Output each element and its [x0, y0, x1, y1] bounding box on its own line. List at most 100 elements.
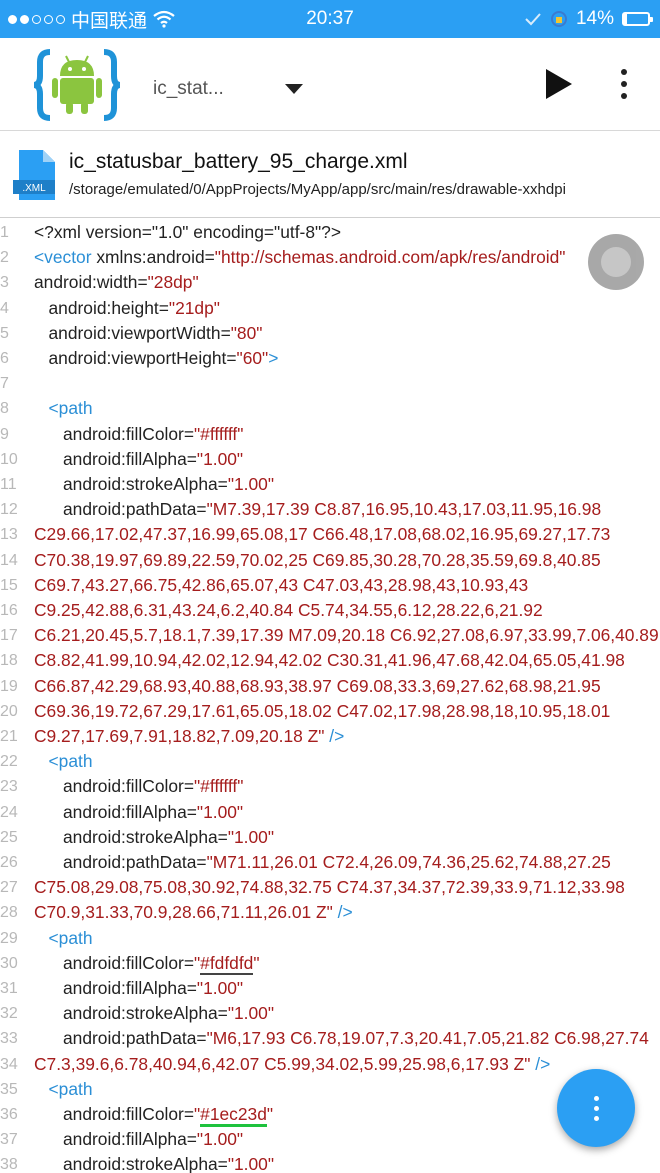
code-token: android:fillColor — [34, 1104, 184, 1124]
code-token: C70.9,31.33,70.9,28.66,71.11,26.01 Z" — [34, 902, 333, 923]
code-token: <path — [34, 927, 93, 948]
xml-file-icon-label: .XML — [22, 183, 46, 194]
code-text: C7.3,39.6,6.78,40.94,6,42.07 C5.99,34.02… — [34, 1052, 550, 1077]
file-name: ic_statusbar_battery_95_charge.xml — [69, 150, 408, 173]
code-text: C70.38,19.97,69.89,22.59,70.02,25 C69.85… — [34, 548, 601, 573]
status-bar: 中国联通 20:37 14% — [0, 0, 660, 38]
line-number: 22 — [0, 753, 18, 771]
line-number: 10 — [0, 450, 18, 468]
code-token: = — [220, 322, 231, 343]
code-token: <vector — [34, 247, 97, 268]
code-token: = — [186, 801, 197, 822]
code-text: android:width="28dp" — [34, 270, 199, 295]
fab-menu-button[interactable] — [557, 1069, 635, 1147]
code-token: android:strokeAlpha — [34, 1154, 218, 1173]
line-number: 16 — [0, 602, 18, 619]
code-line: 6 android:viewportHeight="60"> — [0, 346, 660, 371]
code-line: 11 android:strokeAlpha="1.00" — [0, 472, 660, 497]
code-token: = — [196, 852, 207, 872]
code-text: C9.25,42.88,6.31,43.24,6.2,40.84 C5.74,3… — [34, 598, 543, 623]
code-token: android:fillAlpha — [34, 801, 187, 822]
code-token: "M7.39,17.39 C8.87,16.95,10.43,17.03,11.… — [206, 499, 602, 520]
line-number: 7 — [0, 375, 9, 393]
code-token: "M71.11,26.01 C72.4,26.09,74.36,25.62,74… — [206, 852, 611, 872]
battery-fill — [624, 14, 628, 24]
code-line: 27 C75.08,29.08,75.08,30.92,74.88,32.75 C… — [0, 875, 660, 900]
battery-percent: 14% — [575, 8, 614, 29]
line-number: 26 — [0, 854, 18, 871]
code-token: C66.87,42.29,68.93,40.88,68.93,38.97 C69… — [34, 675, 601, 696]
code-text: <path — [34, 1077, 92, 1102]
code-line: 1 <?xml version="1.0" encoding="utf-8"?> — [0, 220, 660, 245]
code-token: " — [253, 952, 260, 973]
orientation-lock-icon — [550, 11, 567, 27]
line-number: 5 — [0, 324, 9, 342]
line-number: 28 — [0, 904, 18, 922]
code-token: android:strokeAlpha — [34, 826, 218, 847]
code-line: 25 android:strokeAlpha="1.00" — [0, 825, 660, 850]
code-token: C9.27,17.69,7.91,18.82,7.09,20.18 Z" — [34, 726, 325, 746]
code-line: 32 android:strokeAlpha="1.00" — [0, 1001, 660, 1026]
code-line: 26 android:pathData="M71.11,26.01 C72.4,… — [0, 850, 660, 875]
xml-file-icon: .XML — [13, 150, 55, 200]
code-line: 2 <vector xmlns:android="http://schemas.a… — [0, 245, 660, 270]
code-text: android:fillAlpha="1.00" — [34, 976, 243, 1001]
line-number: 34 — [0, 1055, 18, 1073]
line-number: 38 — [0, 1156, 18, 1173]
file-dropdown[interactable]: ic_stat... — [153, 78, 303, 100]
code-token: > — [268, 348, 279, 368]
line-number: 15 — [0, 576, 18, 594]
code-text: C75.08,29.08,75.08,30.92,74.88,32.75 C74… — [34, 875, 625, 900]
line-number: 36 — [0, 1106, 18, 1123]
line-number: 20 — [0, 702, 18, 720]
code-token: = — [217, 1154, 228, 1173]
line-number: 32 — [0, 1005, 18, 1023]
code-line: 21 C9.27,17.69,7.91,18.82,7.09,20.18 Z" /… — [0, 724, 660, 749]
code-text: android:viewportWidth="80" — [34, 321, 262, 346]
file-path: /storage/emulated/0/AppProjects/MyApp/ap… — [69, 181, 566, 198]
code-token: = — [183, 952, 194, 973]
code-token: android:pathData — [34, 1028, 197, 1049]
code-token: "http://schemas.android.com/apk/res/andr… — [214, 247, 566, 268]
code-token: android:fillColor — [34, 952, 184, 973]
code-token: "#ffffff" — [193, 776, 244, 797]
line-number: 14 — [0, 551, 18, 569]
check-icon — [525, 13, 541, 26]
code-editor[interactable]: 1 <?xml version="1.0" encoding="utf-8"?> 2… — [0, 219, 660, 1173]
code-token: <?xml version="1.0" encoding="utf-8"?> — [34, 222, 341, 242]
code-line: 9 android:fillColor="#ffffff" — [0, 422, 660, 447]
code-line: 23 android:fillColor="#ffffff" — [0, 774, 660, 799]
code-token: = — [186, 1129, 197, 1150]
line-number: 12 — [0, 501, 18, 519]
code-token: = — [183, 423, 194, 444]
code-token: #fdfdfd — [200, 952, 254, 975]
code-token: "1.00" — [227, 1154, 275, 1173]
code-text: android:fillAlpha="1.00" — [34, 447, 243, 472]
code-line: 19 C66.87,42.29,68.93,40.88,68.93,38.97 C… — [0, 674, 660, 699]
code-token: "M6,17.93 C6.78,19.07,7.3,20.41,7.05,21.… — [206, 1028, 649, 1049]
line-number: 11 — [0, 476, 17, 493]
line-number: 24 — [0, 803, 18, 821]
code-token: /> — [332, 902, 353, 923]
more-vert-icon[interactable] — [610, 66, 638, 102]
code-line: 15 C69.7,43.27,66.75,42.86,65.07,43 C47.0… — [0, 573, 660, 598]
code-token: "1.00" — [196, 1129, 244, 1150]
file-dropdown-label: ic_stat... — [153, 78, 224, 99]
chevron-down-icon — [285, 84, 303, 94]
code-token: android:viewportWidth — [34, 322, 221, 343]
code-token: = — [217, 826, 228, 847]
code-token: = — [186, 978, 197, 998]
line-number: 31 — [0, 980, 18, 997]
code-text: android:pathData="M7.39,17.39 C8.87,16.9… — [34, 497, 601, 522]
code-token: C69.36,19.72,67.29,17.61,65.05,18.02 C47… — [34, 700, 611, 721]
code-token: /> — [324, 726, 345, 746]
code-text: android:strokeAlpha="1.00" — [34, 1152, 274, 1173]
code-text: C29.66,17.02,47.37,16.99,65.08,17 C66.48… — [34, 522, 610, 547]
code-text: android:pathData="M71.11,26.01 C72.4,26.… — [34, 850, 611, 875]
code-token: /> — [530, 1053, 551, 1074]
code-token: = — [204, 247, 215, 268]
play-icon[interactable] — [544, 67, 574, 101]
scroll-handle[interactable] — [588, 234, 644, 290]
line-number: 3 — [0, 274, 9, 292]
line-number: 23 — [0, 778, 18, 796]
